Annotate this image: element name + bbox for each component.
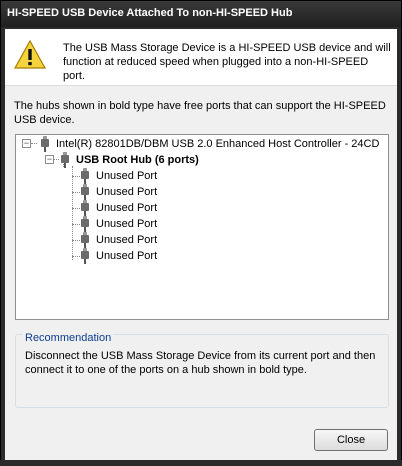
tree-node-root-hub[interactable]: USB Root Hub (6 ports) (76, 153, 199, 167)
dialog-body: The USB Mass Storage Device is a HI-SPEE… (5, 29, 397, 461)
recommendation-label: Recommendation (23, 332, 114, 344)
tree-node-port[interactable]: Unused Port (96, 249, 157, 263)
tree-connector (72, 224, 80, 225)
tree-connector (72, 240, 80, 241)
tree-node-port[interactable]: Unused Port (96, 201, 157, 215)
close-button[interactable]: Close (314, 429, 388, 451)
tree-connector (72, 192, 80, 193)
tree-node-port[interactable]: Unused Port (96, 217, 157, 231)
window-bottom-edge (0, 460, 402, 466)
dialog-window: HI-SPEED USB Device Attached To non-HI-S… (0, 0, 402, 466)
tree-node-port[interactable]: Unused Port (96, 169, 157, 183)
tree-connector (72, 176, 80, 177)
usb-plug-icon (61, 152, 69, 168)
tree-connector (72, 208, 80, 209)
tree-node-port[interactable]: Unused Port (96, 233, 157, 247)
tree-connector (31, 143, 37, 144)
tree-connector (54, 159, 59, 160)
usb-plug-icon (81, 232, 89, 248)
tree-connector (72, 166, 73, 260)
header-message: The USB Mass Storage Device is a HI-SPEE… (63, 42, 391, 82)
warning-icon (13, 39, 47, 69)
tree-node-controller[interactable]: Intel(R) 82801DB/DBM USB 2.0 Enhanced Ho… (56, 137, 379, 151)
usb-tree-view[interactable]: − Intel(R) 82801DB/DBM USB 2.0 Enhanced … (15, 134, 389, 320)
recommendation-text: Disconnect the USB Mass Storage Device f… (25, 350, 376, 376)
usb-plug-icon (81, 200, 89, 216)
title-bar[interactable]: HI-SPEED USB Device Attached To non-HI-S… (1, 1, 401, 27)
message-header: The USB Mass Storage Device is a HI-SPEE… (5, 29, 397, 86)
tree-node-port[interactable]: Unused Port (96, 185, 157, 199)
expand-toggle-root-hub[interactable]: − (45, 155, 54, 164)
usb-plug-icon (81, 216, 89, 232)
usb-plug-icon (81, 248, 89, 264)
bold-hubs-info: The hubs shown in bold type have free po… (14, 100, 386, 126)
usb-plug-icon (41, 136, 49, 152)
usb-plug-icon (81, 184, 89, 200)
tree-connector (72, 256, 80, 257)
expand-toggle-controller[interactable]: − (22, 139, 31, 148)
usb-plug-icon (81, 168, 89, 184)
window-title: HI-SPEED USB Device Attached To non-HI-S… (7, 7, 293, 19)
